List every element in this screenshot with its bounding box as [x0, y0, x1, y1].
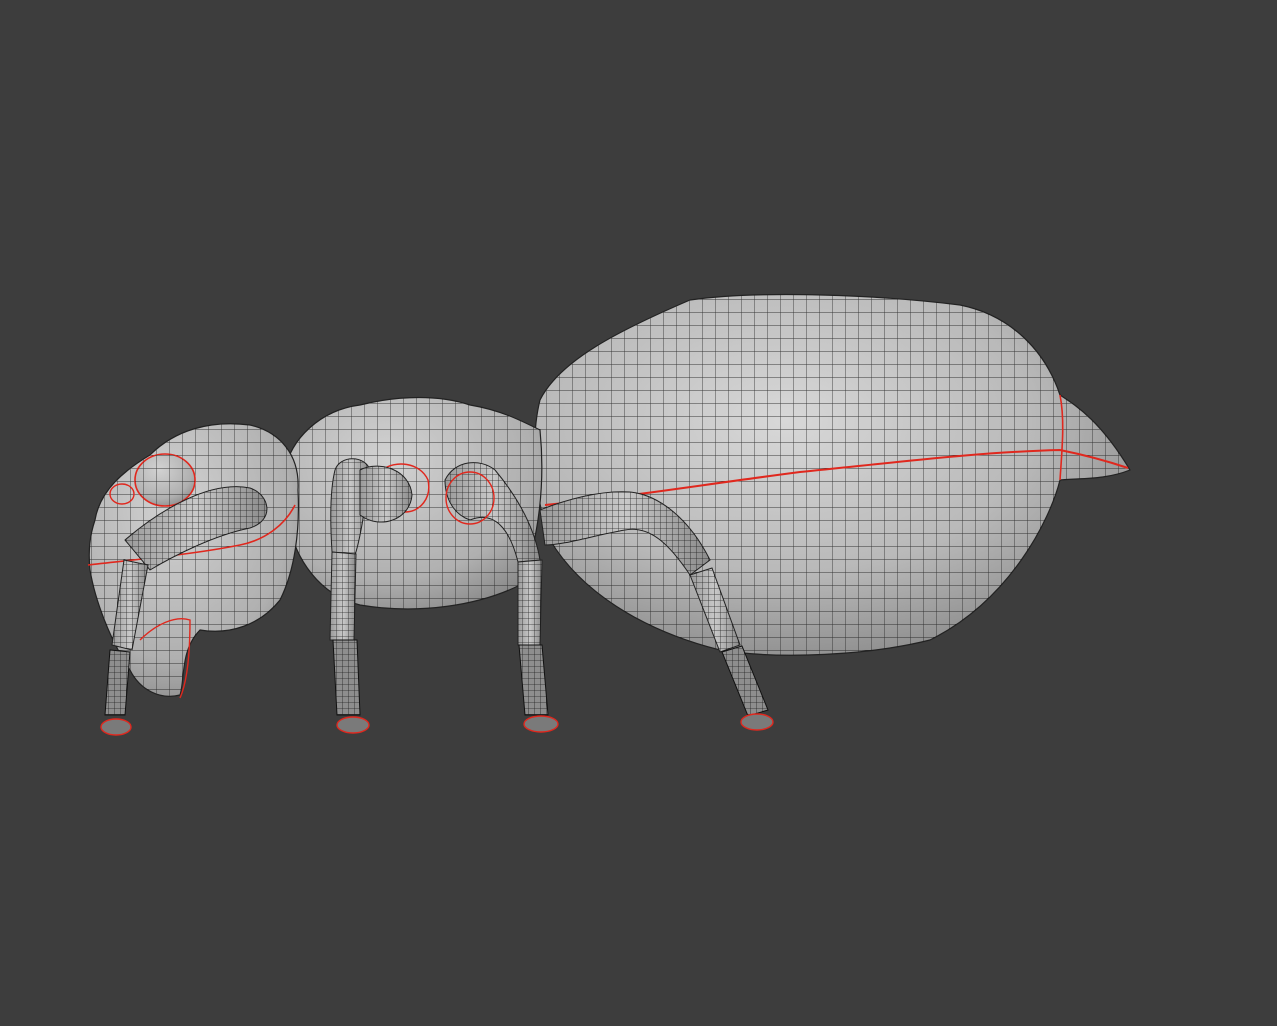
foot-tip [740, 713, 774, 731]
3d-viewport[interactable] [0, 0, 1277, 1026]
foot-tip [100, 718, 132, 736]
foot-tip [523, 715, 559, 733]
ant-gaster[interactable] [534, 293, 1131, 656]
ant-model[interactable] [87, 293, 1131, 736]
foot-tip [336, 716, 370, 734]
